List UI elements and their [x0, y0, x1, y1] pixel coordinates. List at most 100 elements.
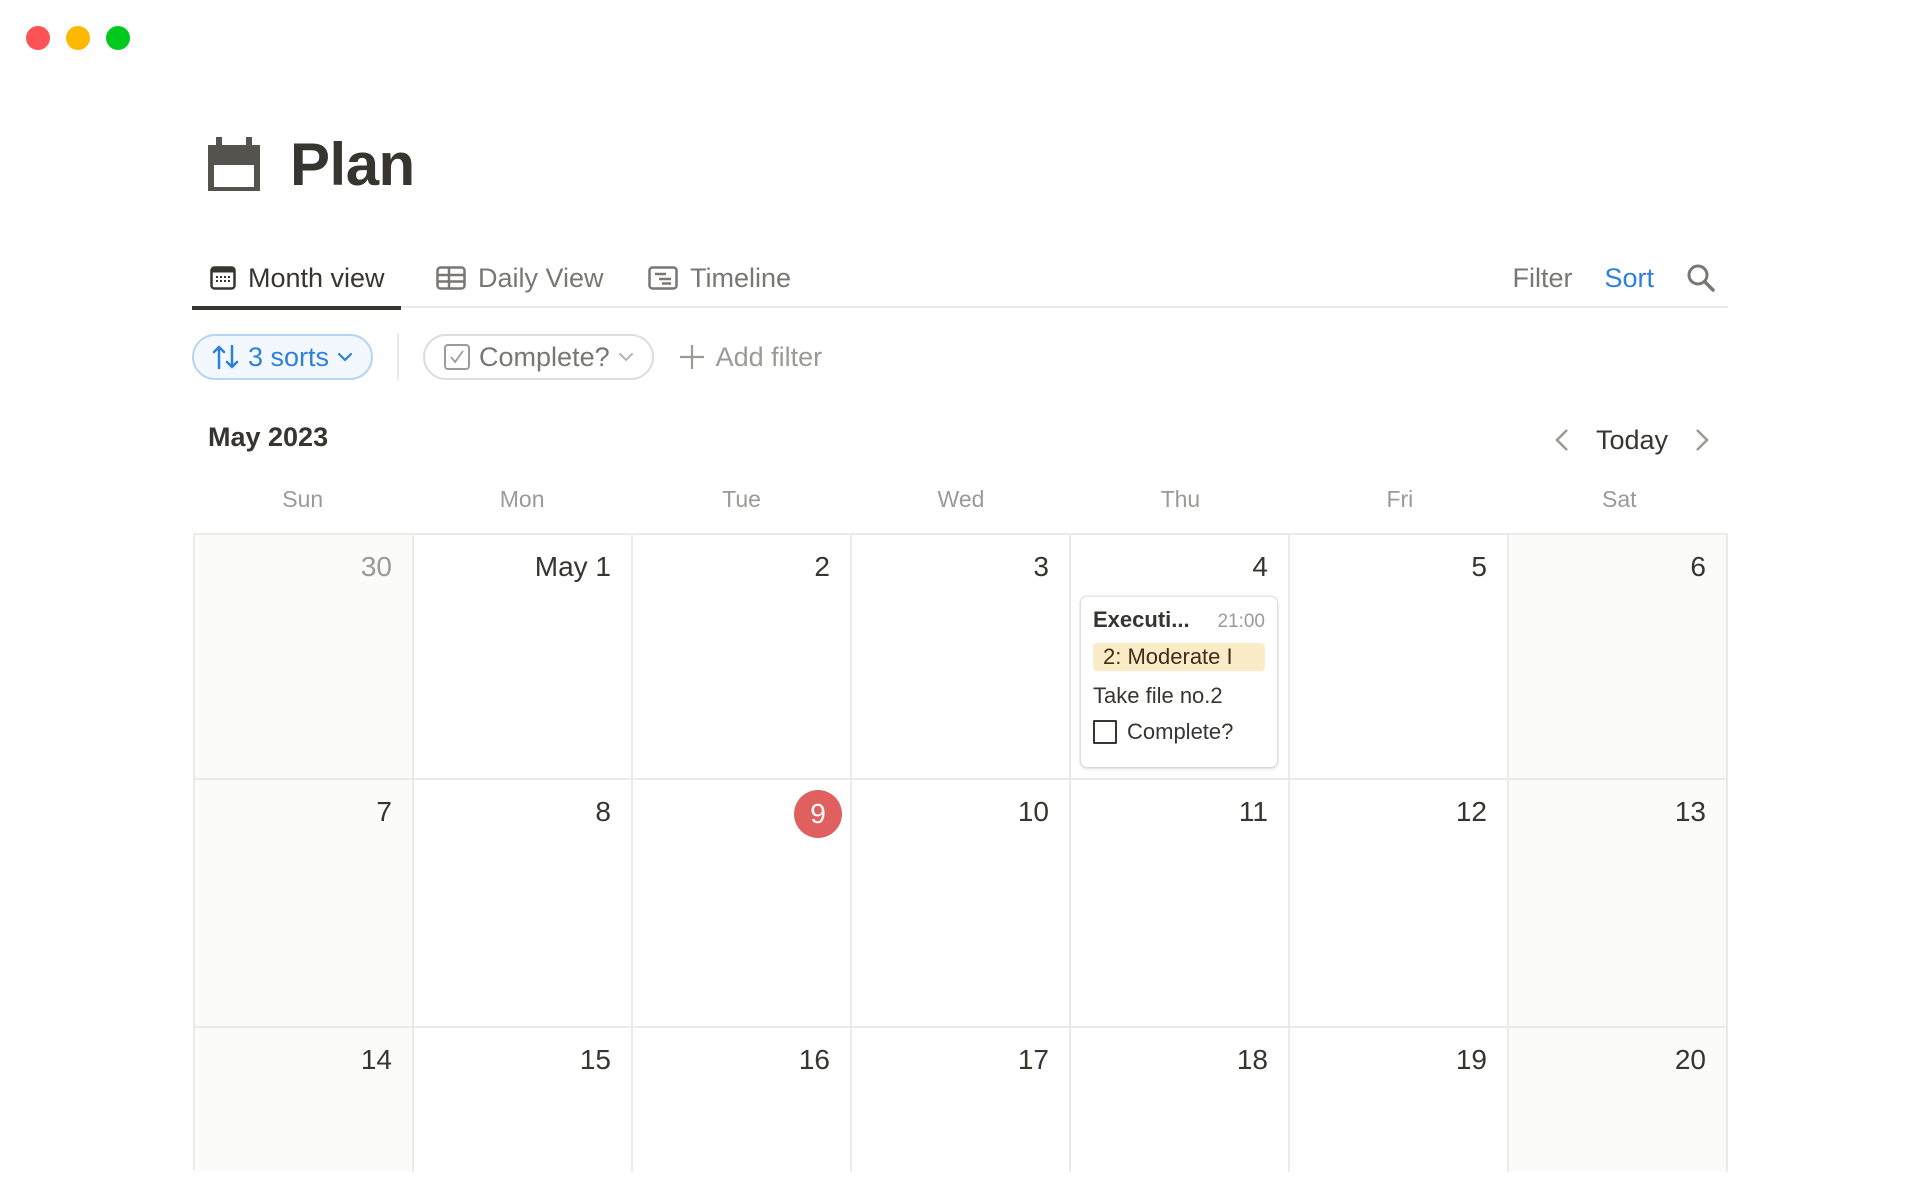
day-number: 30: [360, 551, 392, 582]
calendar-day-cell[interactable]: 19: [1290, 1028, 1509, 1172]
day-number: 2: [814, 551, 830, 582]
calendar-day-cell[interactable]: 12: [1290, 780, 1509, 1028]
calendar-day-cell[interactable]: 6: [1509, 535, 1728, 780]
add-filter-label: Add filter: [715, 341, 823, 372]
complete-checkbox-label: Complete?: [1127, 719, 1234, 744]
calendar-day-cell[interactable]: 16: [633, 1028, 852, 1172]
day-number: 15: [579, 1044, 611, 1075]
calendar-day-cell[interactable]: 3: [852, 535, 1071, 780]
table-icon: [436, 266, 466, 290]
search-icon[interactable]: [1686, 263, 1716, 293]
day-number: 17: [1017, 1044, 1049, 1075]
event-card[interactable]: Executi... 21:00 2: Moderate I Take file no…: [1081, 597, 1277, 767]
minimize-window-button[interactable]: [66, 26, 90, 50]
weekday-label: Thu: [1160, 486, 1201, 512]
weekday-label: Fri: [1386, 486, 1414, 512]
day-number: 14: [360, 1044, 392, 1075]
calendar-icon[interactable]: [206, 136, 262, 193]
complete-filter-button[interactable]: Complete?: [423, 334, 654, 380]
chevron-down-icon: [618, 353, 633, 362]
calendar-day-cell[interactable]: 15: [414, 1028, 633, 1172]
tab-label: Daily View: [478, 262, 604, 293]
complete-checkbox[interactable]: [1093, 720, 1117, 744]
event-note: Take file no.2: [1093, 683, 1223, 708]
calendar-day-cell[interactable]: 14: [195, 1028, 414, 1172]
calendar-day-cell[interactable]: May 1: [414, 535, 633, 780]
calendar-day-cell[interactable]: 7: [195, 780, 414, 1028]
day-number: 10: [1017, 796, 1049, 827]
today-date-badge: 9: [794, 790, 842, 838]
sort-button[interactable]: Sort: [1604, 263, 1654, 294]
close-window-button[interactable]: [26, 26, 50, 50]
day-number: 5: [1471, 551, 1487, 582]
tab-month-view[interactable]: Month view: [192, 248, 401, 310]
day-number: 8: [595, 796, 611, 827]
calendar-day-cell[interactable]: 5: [1290, 535, 1509, 780]
complete-checkbox-row: Complete?: [1093, 719, 1265, 745]
calendar-day-cell[interactable]: 13: [1509, 780, 1728, 1028]
calendar-day-cell[interactable]: 17: [852, 1028, 1071, 1172]
calendar-day-cell[interactable]: 4 Executi... 21:00 2: Moderate I Take file n…: [1071, 535, 1290, 780]
day-number: 4: [1252, 551, 1268, 582]
weekday-label: Wed: [937, 486, 985, 512]
sorts-label: 3 sorts: [248, 341, 330, 372]
day-number: 7: [376, 796, 392, 827]
calendar-day-cell[interactable]: 11: [1071, 780, 1290, 1028]
zoom-window-button[interactable]: [106, 26, 130, 50]
month-navigation: Today: [1552, 418, 1712, 462]
page-header: Plan: [206, 130, 415, 199]
event-card-header: Executi... 21:00: [1093, 607, 1265, 633]
chevron-down-icon: [337, 352, 353, 362]
calendar-day-cell[interactable]: 18: [1071, 1028, 1290, 1172]
checkbox-icon: [444, 344, 471, 370]
weekday-label: Mon: [499, 486, 545, 512]
event-time: 21:00: [1217, 611, 1265, 632]
calendar-grid: 30 May 1 2 3 4 Executi... 21:00 2: Moderate I Ta…: [193, 533, 1728, 1172]
weekday-label: Sun: [282, 486, 324, 512]
filter-button[interactable]: Filter: [1512, 263, 1572, 294]
calendar-day-cell[interactable]: 2: [633, 535, 852, 780]
calendar-day-cell[interactable]: 8: [414, 780, 633, 1028]
day-number: 20: [1674, 1044, 1706, 1075]
day-number: 19: [1455, 1044, 1487, 1075]
day-number: 13: [1674, 796, 1706, 827]
day-number: 18: [1236, 1044, 1268, 1075]
priority-tag: 2: Moderate I: [1093, 643, 1265, 671]
tab-label: Timeline: [690, 262, 792, 293]
calendar-day-cell[interactable]: 9: [633, 780, 852, 1028]
month-label: May 2023: [208, 422, 329, 452]
view-actions: Filter Sort: [1512, 248, 1716, 308]
sort-filter-bar: 3 sorts Complete? Add filter: [192, 333, 823, 381]
weekday-label: Sat: [1602, 486, 1637, 512]
calendar-day-cell[interactable]: 20: [1509, 1028, 1728, 1172]
calendar-day-cell[interactable]: 30: [195, 535, 414, 780]
toolbar-divider: [397, 333, 400, 381]
page-title[interactable]: Plan: [290, 130, 415, 199]
complete-filter-label: Complete?: [479, 341, 610, 372]
tab-label: Month view: [248, 262, 385, 293]
day-number: May 1: [534, 551, 611, 582]
calendar-header: May 2023 Today: [192, 418, 1728, 462]
chevron-right-icon[interactable]: [1692, 427, 1712, 453]
calendar-day-cell[interactable]: 10: [852, 780, 1071, 1028]
chevron-left-icon[interactable]: [1552, 427, 1572, 453]
today-button[interactable]: Today: [1596, 425, 1668, 456]
day-number: 11: [1238, 796, 1268, 827]
day-number: 3: [1033, 551, 1049, 582]
weekday-header: Sun Mon Tue Wed Thu Fri Sat: [193, 486, 1729, 513]
weekday-label: Tue: [722, 486, 761, 512]
plus-icon: [679, 345, 704, 369]
view-tabs: Month view Daily View Timeline Filter So…: [192, 248, 1728, 310]
tab-daily-view[interactable]: Daily View: [436, 248, 604, 308]
add-filter-button[interactable]: Add filter: [678, 341, 823, 373]
window-controls: [26, 26, 130, 50]
event-title: Executi...: [1093, 607, 1190, 632]
timeline-icon: [648, 266, 678, 290]
sort-arrows-icon: [212, 344, 239, 370]
day-number: 12: [1455, 796, 1487, 827]
day-number: 6: [1690, 551, 1706, 582]
calendar-grid-icon: [210, 266, 236, 290]
sorts-button[interactable]: 3 sorts: [192, 334, 374, 380]
tab-timeline[interactable]: Timeline: [648, 248, 791, 308]
day-number: 16: [798, 1044, 830, 1075]
